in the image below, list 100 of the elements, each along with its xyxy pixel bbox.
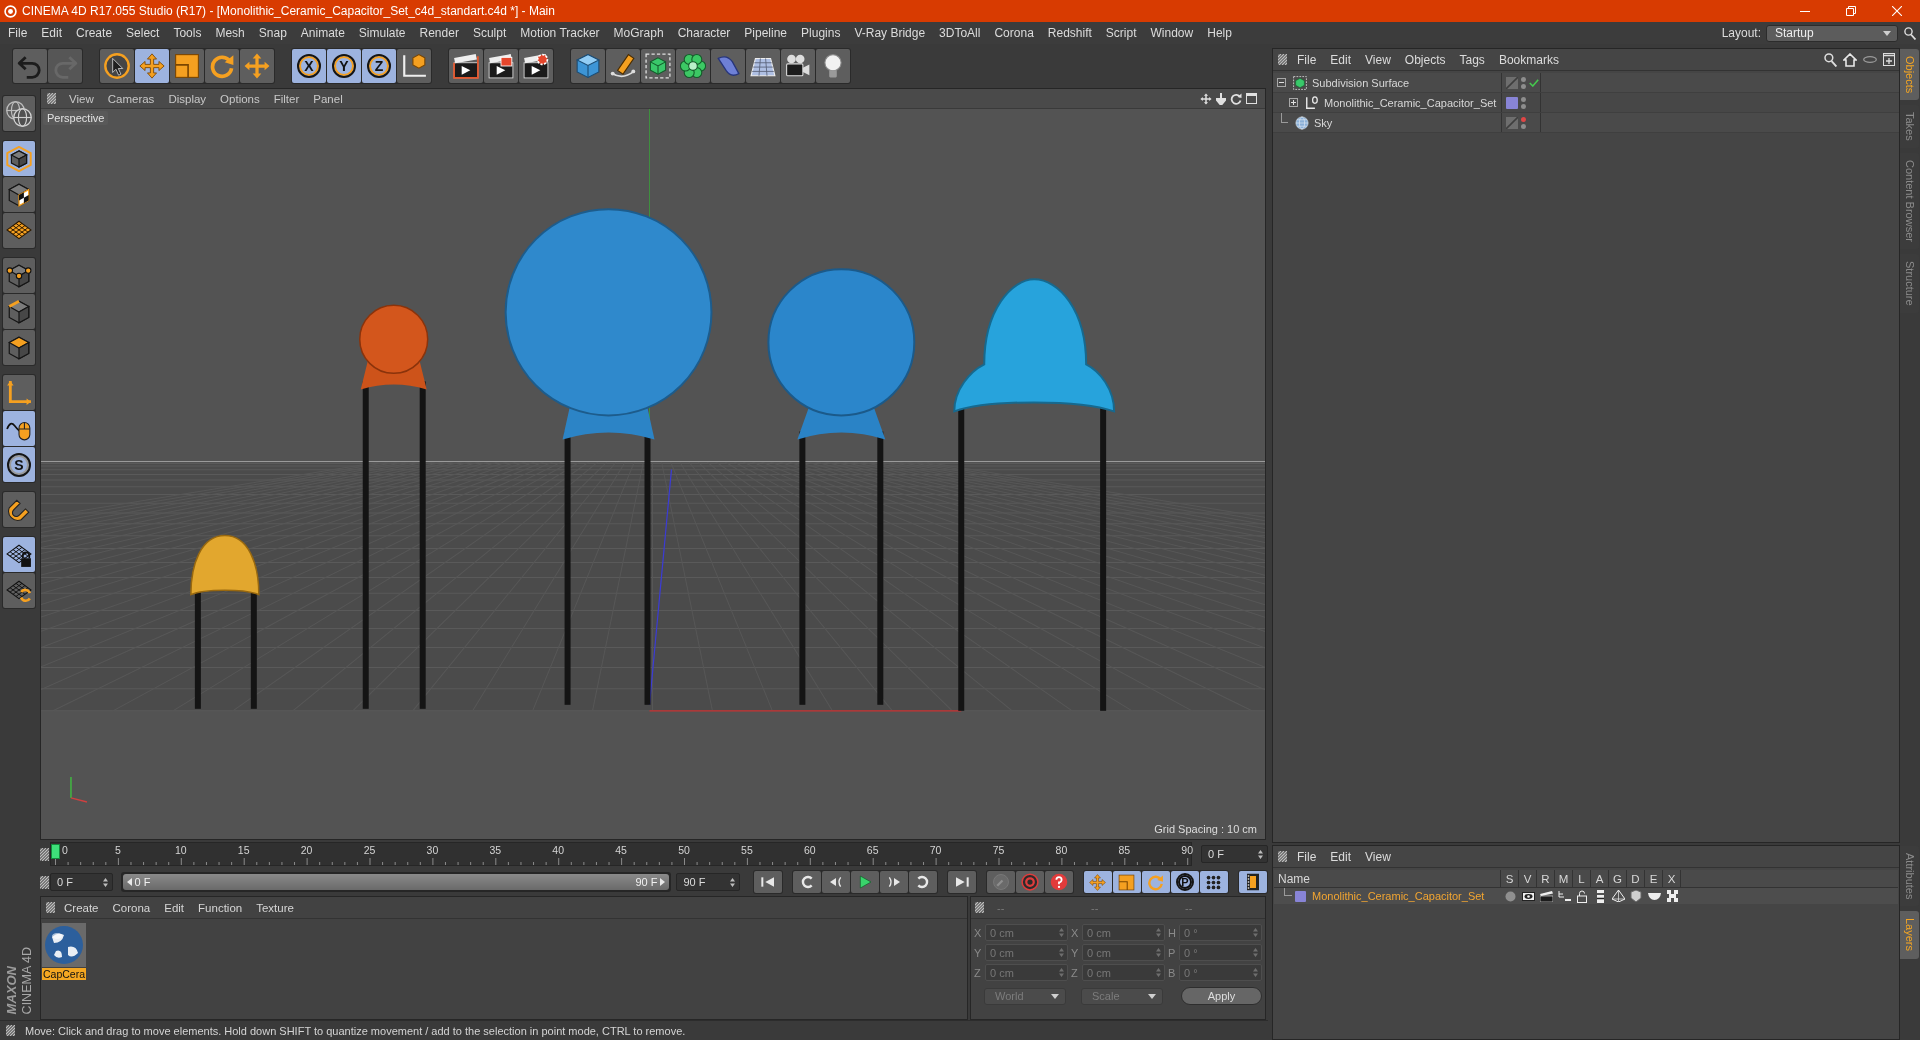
object-name[interactable]: Sky	[1314, 116, 1333, 129]
menu-item[interactable]: File	[1290, 849, 1324, 864]
lock-workplane-button[interactable]	[3, 537, 35, 572]
tree-toggle-icon[interactable]	[1277, 78, 1286, 87]
check-icon[interactable]	[1529, 78, 1539, 87]
coordinate-system-button[interactable]	[397, 49, 431, 83]
home-icon[interactable]	[1843, 52, 1857, 67]
axis-lock-button[interactable]: Z	[362, 49, 396, 83]
menu-item[interactable]: Pipeline	[737, 22, 795, 44]
end-frame-field[interactable]: 90 F	[676, 873, 740, 891]
spinner-icon[interactable]	[730, 877, 735, 887]
render-view-button[interactable]	[449, 49, 483, 83]
menu-item[interactable]: Create	[69, 22, 120, 44]
object-name[interactable]: Monolithic_Ceramic_Capacitor_Set	[1324, 96, 1497, 109]
keyframe-selection-button[interactable]	[1045, 871, 1073, 893]
menu-item[interactable]: File	[1, 22, 35, 44]
menu-item[interactable]: Cameras	[100, 92, 162, 105]
model-mode-button[interactable]	[3, 141, 35, 176]
maximize-icon[interactable]	[1246, 93, 1257, 104]
column-header[interactable]: S	[1501, 870, 1519, 887]
play-button[interactable]	[851, 871, 879, 893]
menu-item[interactable]: Render	[412, 22, 466, 44]
material-sphere-icon[interactable]	[42, 923, 86, 967]
timeline-ruler[interactable]: 0 5 10 15 20 25 30 35 40 45 50 55 60 65 70 75 80 85 90	[50, 842, 1193, 866]
menu-item[interactable]: Panel	[306, 92, 350, 105]
column-header[interactable]: R	[1537, 870, 1555, 887]
visibility-dot-icon[interactable]	[1521, 83, 1526, 89]
render-button[interactable]	[484, 49, 518, 83]
menu-item[interactable]: Snap	[251, 22, 294, 44]
search-icon[interactable]	[1824, 52, 1837, 67]
menu-item[interactable]: Edit	[157, 901, 192, 914]
workplane-mode-button[interactable]	[3, 213, 35, 248]
material-name[interactable]: CapCera	[42, 968, 86, 980]
render-settings-button[interactable]	[519, 49, 553, 83]
axis-lock-button[interactable]: Y	[327, 49, 361, 83]
current-frame-field[interactable]: 0 F	[1201, 845, 1268, 863]
menu-item[interactable]: Edit	[1323, 849, 1359, 864]
camera-button[interactable]	[781, 49, 815, 83]
parameter-key-button[interactable]: P	[1171, 871, 1199, 893]
menu-item[interactable]: Window	[1143, 22, 1201, 44]
polygons-mode-button[interactable]	[3, 330, 35, 365]
previous-key-button[interactable]	[793, 871, 821, 893]
menu-item[interactable]: Corona	[105, 901, 158, 914]
menu-item[interactable]: Simulate	[351, 22, 413, 44]
menu-item[interactable]: Help	[1200, 22, 1239, 44]
menu-item[interactable]: Tools	[166, 22, 209, 44]
go-to-start-button[interactable]	[754, 871, 782, 893]
menu-item[interactable]: View	[1358, 52, 1398, 67]
menu-item[interactable]: Corona	[987, 22, 1041, 44]
new-window-icon[interactable]	[1883, 53, 1895, 66]
menu-item[interactable]: View	[62, 92, 101, 105]
select-tool-button[interactable]	[100, 49, 134, 83]
start-frame-field[interactable]: 0 F	[50, 873, 113, 891]
tree-toggle-icon[interactable]	[1289, 98, 1298, 107]
next-key-button[interactable]	[909, 871, 937, 893]
menu-item[interactable]: Function	[191, 901, 250, 914]
scale-key-button[interactable]	[1113, 871, 1141, 893]
layer-swatch-icon[interactable]	[1295, 890, 1306, 902]
menu-item[interactable]: MoGraph	[606, 22, 671, 44]
column-header[interactable]: M	[1555, 870, 1573, 887]
scale-tool-button[interactable]	[170, 49, 204, 83]
ellipse-icon[interactable]	[1863, 56, 1877, 63]
menu-item[interactable]: Display	[161, 92, 214, 105]
points-mode-button[interactable]	[3, 258, 35, 293]
axis-lock-button[interactable]: X	[292, 49, 326, 83]
cube-button[interactable]	[571, 49, 605, 83]
menu-item[interactable]: 3DToAll	[932, 22, 988, 44]
menu-item[interactable]: View	[1358, 849, 1398, 864]
auto-key-button[interactable]	[1016, 871, 1044, 893]
layout-dropdown[interactable]: Startup	[1766, 24, 1898, 42]
point-level-key-button[interactable]	[1200, 871, 1228, 893]
visibility-dot-icon[interactable]	[1521, 96, 1526, 102]
planar-workplane-button[interactable]	[3, 573, 35, 608]
column-header[interactable]: X	[1663, 870, 1681, 887]
down-arrow-icon[interactable]	[1216, 92, 1226, 105]
playhead[interactable]	[51, 844, 60, 859]
edges-mode-button[interactable]	[3, 294, 35, 329]
menu-item[interactable]: Edit	[34, 22, 70, 44]
frame-range-slider[interactable]: 0 F 90 F	[122, 874, 670, 890]
column-header[interactable]: D	[1627, 870, 1645, 887]
snap-button[interactable]	[3, 492, 35, 527]
menu-item[interactable]: Texture	[249, 901, 301, 914]
column-header[interactable]: G	[1609, 870, 1627, 887]
menu-item[interactable]: Character	[670, 22, 738, 44]
light-button[interactable]	[816, 49, 850, 83]
search-button[interactable]	[1904, 26, 1916, 40]
column-header[interactable]: L	[1573, 870, 1591, 887]
column-header[interactable]: V	[1519, 870, 1537, 887]
visibility-dot-icon[interactable]	[1521, 76, 1526, 82]
menu-item[interactable]: Edit	[1323, 52, 1359, 67]
layer-swatch-icon[interactable]	[1506, 96, 1518, 109]
column-header[interactable]: A	[1591, 870, 1609, 887]
menu-item[interactable]: Animate	[293, 22, 352, 44]
menu-item[interactable]: Filter	[266, 92, 307, 105]
undo-button[interactable]	[13, 49, 47, 83]
transform-tool-button[interactable]	[240, 49, 274, 83]
timeline-button[interactable]	[1239, 871, 1267, 893]
menu-item[interactable]: File	[1290, 52, 1324, 67]
go-to-end-button[interactable]	[948, 871, 976, 893]
tweak-mode-button[interactable]	[3, 411, 35, 446]
